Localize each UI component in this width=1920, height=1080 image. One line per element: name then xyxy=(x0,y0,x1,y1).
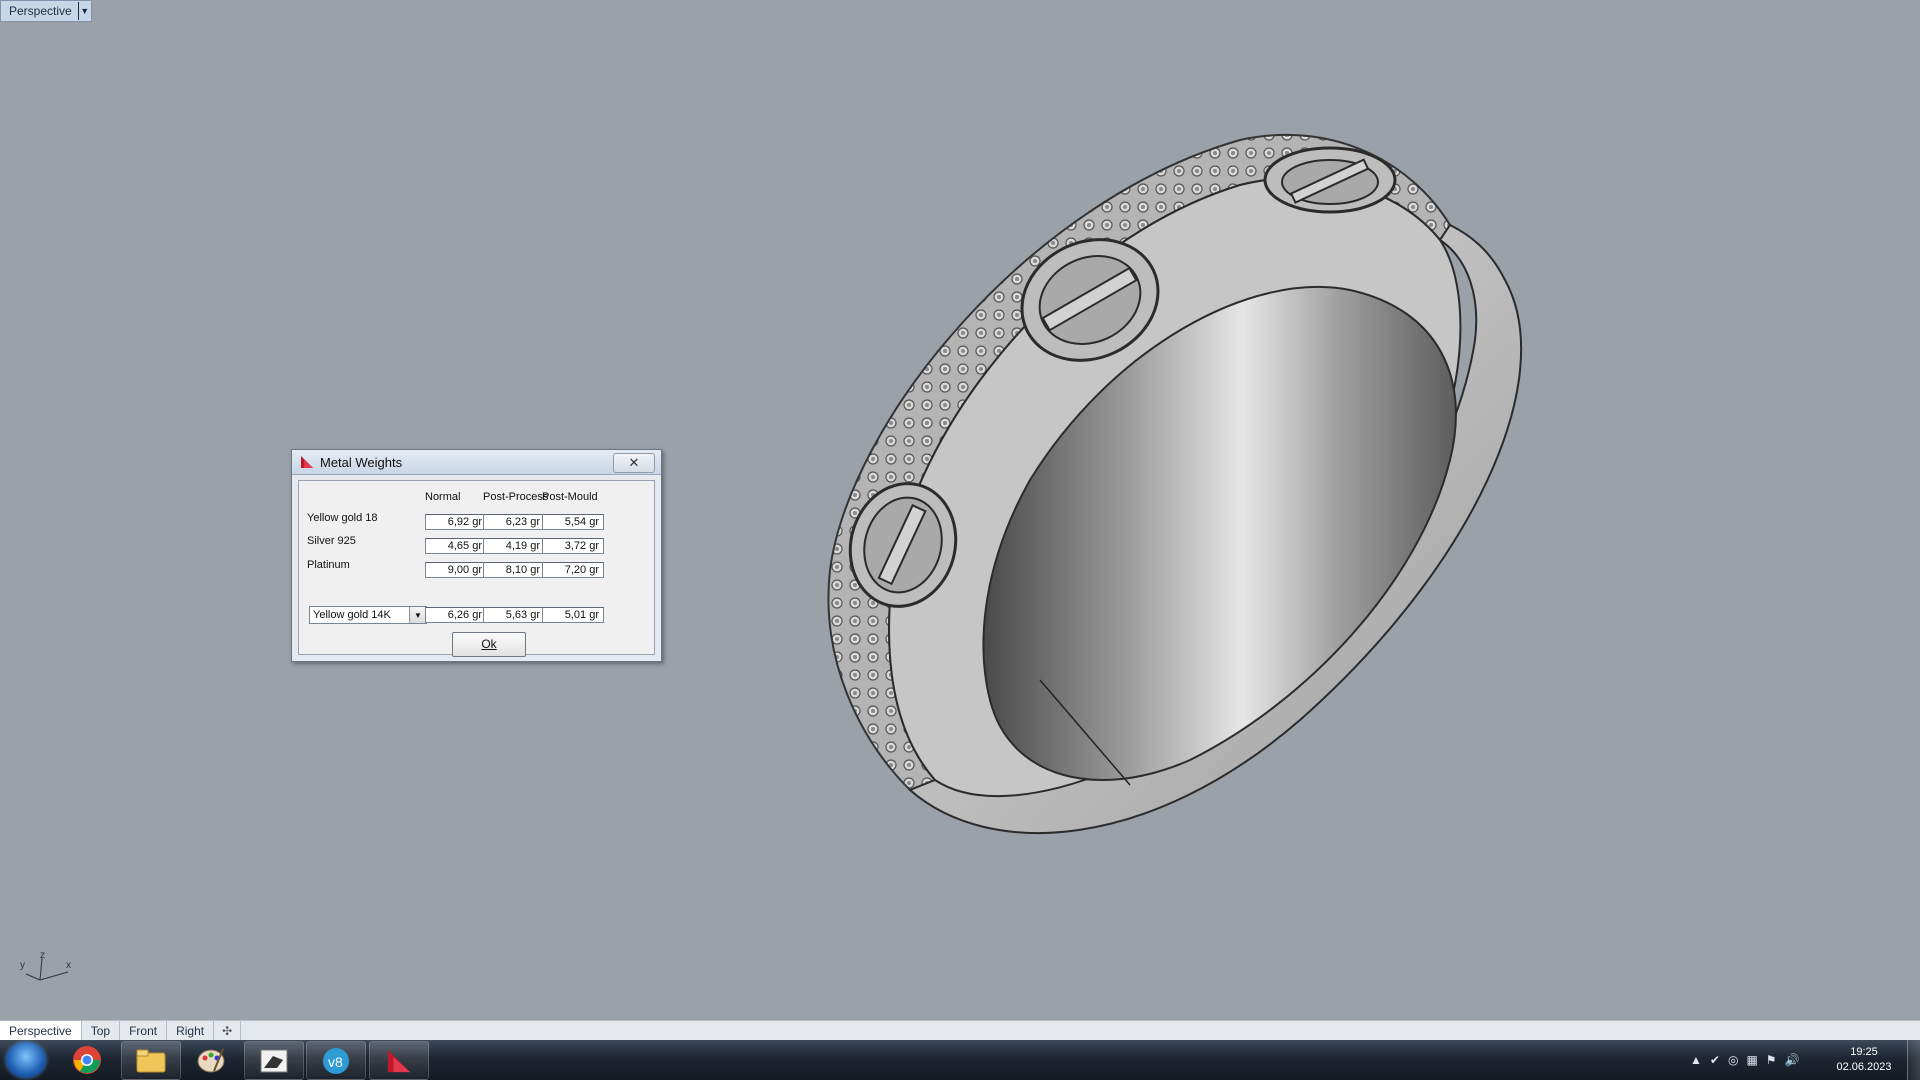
paint-icon[interactable] xyxy=(182,1041,240,1078)
value-post-mould[interactable]: 7,20 gr xyxy=(542,562,604,578)
file-explorer-icon[interactable] xyxy=(121,1041,181,1080)
system-tray: ▲ ✔ ◎ ▦ ⚑ 🔊 xyxy=(1686,1040,1804,1080)
ring-3d-model xyxy=(827,133,1523,835)
value-normal[interactable]: 9,00 gr xyxy=(425,562,487,578)
screw-head-3 xyxy=(1263,146,1397,214)
clock-date: 02.06.2023 xyxy=(1836,1061,1892,1073)
close-icon: ✕ xyxy=(628,455,640,470)
metal-select-value: Yellow gold 14K xyxy=(313,609,391,621)
dialog-body: Normal Post-Process Post-Mould Yellow go… xyxy=(298,480,655,657)
clock-time: 19:25 xyxy=(1850,1046,1878,1058)
viewport-tabs: Perspective Top Front Right ✣ xyxy=(0,1020,1920,1041)
column-header-post-mould: Post-Mould xyxy=(542,491,598,503)
tab-right[interactable]: Right xyxy=(167,1021,215,1041)
volume-icon[interactable]: 🔊 xyxy=(1785,1053,1800,1067)
add-viewport-icon[interactable]: ✣ xyxy=(214,1021,242,1041)
show-desktop-button[interactable] xyxy=(1907,1040,1920,1080)
metal-select[interactable]: Yellow gold 14K ▼ xyxy=(309,606,427,624)
matrix-app-icon xyxy=(301,456,313,468)
rhino-icon[interactable] xyxy=(244,1041,304,1080)
dialog-title: Metal Weights xyxy=(320,454,403,470)
row-label-silver-925: Silver 925 xyxy=(307,535,356,547)
dialog-titlebar[interactable]: Metal Weights xyxy=(292,450,661,475)
value-post-mould[interactable]: 5,54 gr xyxy=(542,514,604,530)
axis-y-label: y xyxy=(20,960,25,971)
column-header-post-process: Post-Process xyxy=(483,491,549,503)
value-post-mould[interactable]: 3,72 gr xyxy=(542,538,604,554)
clock[interactable]: 19:25 02.06.2023 xyxy=(1832,1045,1896,1075)
value-post-process[interactable]: 4,19 gr xyxy=(483,538,545,554)
language-icon[interactable]: ▦ xyxy=(1746,1053,1757,1067)
svg-text:v8: v8 xyxy=(328,1054,343,1070)
value-normal[interactable]: 6,92 gr xyxy=(425,514,487,530)
v8-icon[interactable]: v8 xyxy=(306,1041,366,1080)
value-post-process[interactable]: 6,23 gr xyxy=(483,514,545,530)
column-header-normal: Normal xyxy=(425,491,461,503)
start-orb-icon[interactable] xyxy=(6,1042,46,1078)
tab-top[interactable]: Top xyxy=(82,1021,121,1041)
value-normal[interactable]: 6,26 gr xyxy=(425,607,487,623)
show-hidden-icons-icon[interactable]: ▲ xyxy=(1690,1053,1702,1067)
tab-front[interactable]: Front xyxy=(120,1021,168,1041)
matrix-icon[interactable] xyxy=(369,1041,429,1080)
value-post-process[interactable]: 5,63 gr xyxy=(483,607,545,623)
network-icon[interactable]: ◎ xyxy=(1728,1053,1738,1067)
flag-icon[interactable]: ⚑ xyxy=(1766,1053,1777,1067)
security-icon[interactable]: ✔ xyxy=(1710,1053,1720,1067)
metal-weights-dialog: Metal Weights ✕ Normal Post-Process Post… xyxy=(291,449,662,662)
chevron-down-icon[interactable]: ▼ xyxy=(409,607,426,623)
value-post-mould[interactable]: 5,01 gr xyxy=(542,607,604,623)
close-button[interactable]: ✕ xyxy=(613,453,655,473)
ok-button[interactable]: Ok xyxy=(452,632,526,657)
row-label-platinum: Platinum xyxy=(307,559,350,571)
axis-gizmo: x y z xyxy=(20,952,71,981)
chrome-icon[interactable] xyxy=(58,1041,116,1078)
axis-x-label: x xyxy=(66,960,71,971)
value-post-process[interactable]: 8,10 gr xyxy=(483,562,545,578)
value-normal[interactable]: 4,65 gr xyxy=(425,538,487,554)
taskbar: v8 ▲ ✔ ◎ ▦ ⚑ 🔊 19:25 02.06.2023 xyxy=(0,1040,1920,1080)
tab-perspective[interactable]: Perspective xyxy=(0,1021,82,1041)
row-label-yellow-gold-18: Yellow gold 18 xyxy=(307,512,378,524)
axis-z-label: z xyxy=(40,952,45,961)
